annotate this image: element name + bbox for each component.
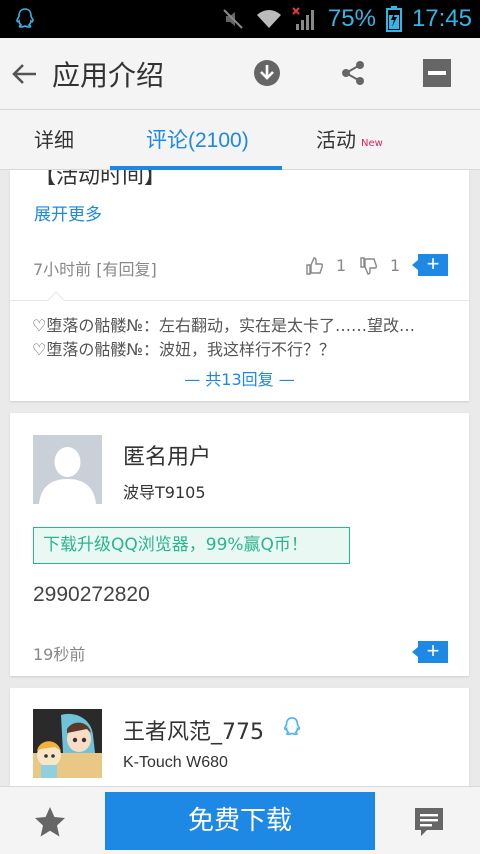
app-bar: 应用介绍: [0, 38, 480, 110]
reply-plus-button[interactable]: +: [412, 253, 448, 276]
minimize-icon[interactable]: [423, 59, 451, 87]
comment-card: 【活动时间】 展开更多 7小时前 [有回复] 1 1 + ♡堕落の骷髅№：左右翻…: [10, 170, 469, 401]
status-bar: 75% 17:45: [0, 0, 480, 38]
wifi-icon: [256, 10, 281, 29]
tab-details[interactable]: 详细: [34, 124, 74, 153]
reply-item[interactable]: ♡堕落の骷髅№：波妞，我这样行不行？？: [32, 336, 452, 360]
reply-notch: [47, 291, 65, 309]
anime-avatar-image: [33, 709, 102, 778]
device-model: 波导T9105: [123, 483, 206, 502]
star-icon[interactable]: [33, 805, 67, 839]
divider: [10, 300, 469, 301]
mute-icon: [223, 9, 243, 29]
device-model: K-Touch W680: [123, 754, 228, 771]
qq-notification-icon: [16, 8, 34, 28]
battery-icon: [385, 6, 402, 32]
signal-icon: [292, 7, 314, 30]
battery-percent: 75%: [327, 5, 376, 32]
download-icon[interactable]: [253, 59, 281, 87]
reply-plus-button[interactable]: +: [412, 640, 448, 663]
comment-icon[interactable]: [413, 806, 445, 838]
expand-more-link[interactable]: 展开更多: [34, 200, 102, 225]
comment-time: 19秒前: [33, 645, 86, 664]
default-user-icon: [33, 435, 102, 504]
comment-text: 2990272820: [33, 583, 150, 606]
comment-meta: 7小时前 [有回复]: [33, 260, 157, 279]
tab-activity[interactable]: 活动: [316, 124, 356, 153]
clock: 17:45: [411, 5, 472, 32]
dislike-button[interactable]: 1: [360, 256, 400, 275]
share-icon[interactable]: [339, 59, 367, 87]
page-title: 应用介绍: [52, 59, 165, 92]
tab-comments[interactable]: 评论(2100): [146, 124, 249, 154]
like-button[interactable]: 1: [306, 256, 346, 275]
username[interactable]: 匿名用户: [123, 439, 211, 471]
tab-bar: 详细 评论(2100) 活动 New: [0, 110, 480, 170]
back-arrow-icon[interactable]: [10, 60, 38, 88]
qq-icon: [283, 717, 301, 736]
username[interactable]: 王者风范_775: [123, 714, 264, 746]
comment-card: 匿名用户 波导T9105 下载升级QQ浏览器，99%赢Q币！ 299027282…: [10, 413, 469, 676]
reply-item[interactable]: ♡堕落の骷髅№：左右翻动，实在是太卡了……望改…: [32, 312, 452, 336]
view-all-replies-link[interactable]: — 共13回复 —: [10, 366, 469, 390]
free-download-button[interactable]: 免费下载: [105, 792, 375, 850]
dislike-count: 1: [390, 256, 401, 275]
promo-banner[interactable]: 下载升级QQ浏览器，99%赢Q币！: [33, 527, 350, 564]
bottom-bar: 免费下载: [0, 786, 480, 854]
avatar[interactable]: [33, 709, 102, 778]
avatar[interactable]: [33, 435, 102, 504]
thumbs-up-icon: [306, 256, 324, 275]
comment-text: 【活动时间】: [34, 170, 167, 189]
like-count: 1: [336, 256, 347, 275]
thumbs-down-icon: [360, 256, 378, 275]
new-badge: New: [361, 138, 383, 149]
